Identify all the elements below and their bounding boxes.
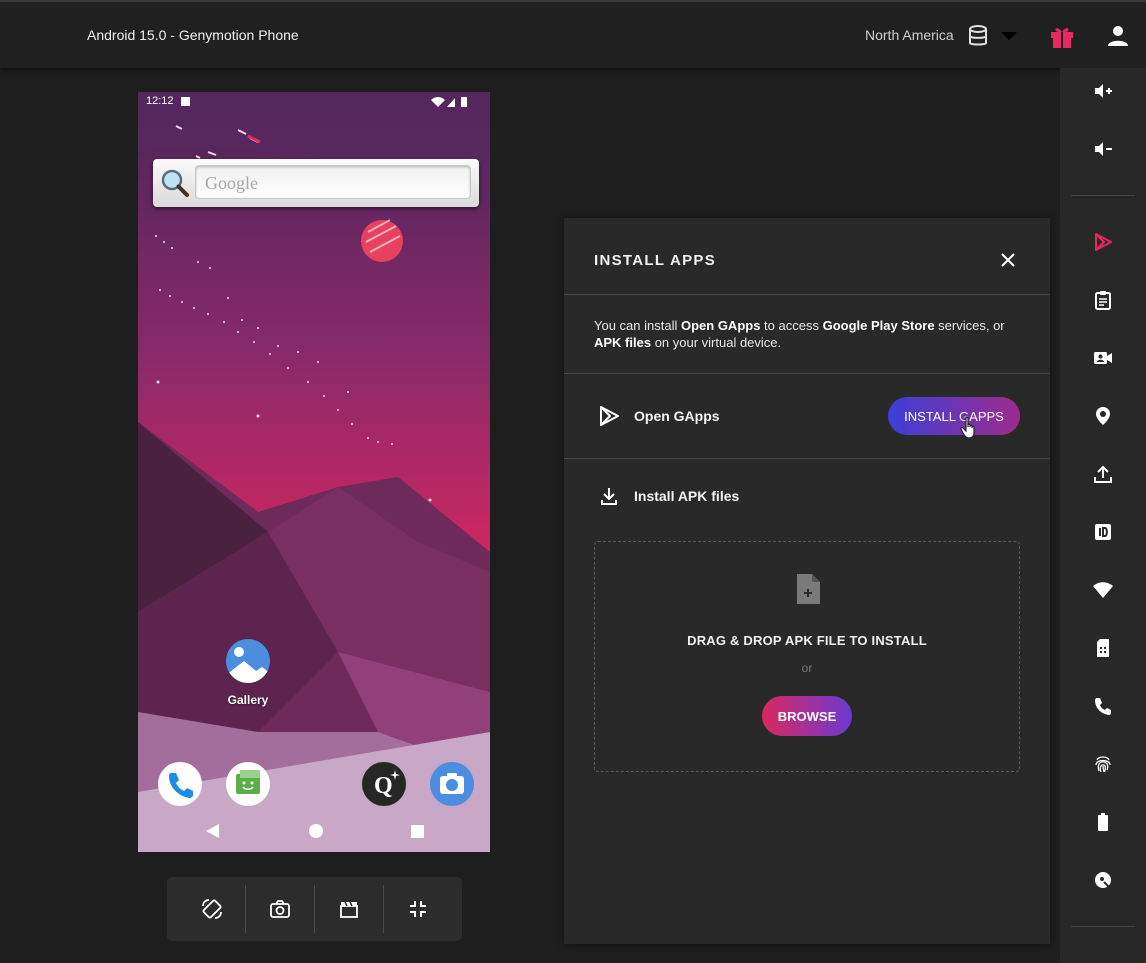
open-gapps-icon bbox=[600, 406, 619, 426]
install-apk-label: Install APK files bbox=[634, 488, 740, 504]
panel-title: INSTALL APPS bbox=[594, 252, 716, 269]
gift-icon[interactable] bbox=[1049, 24, 1075, 50]
rotate-icon bbox=[202, 899, 222, 919]
right-toolbar bbox=[1060, 68, 1146, 963]
panel-description: You can install Open GApps to access Goo… bbox=[594, 318, 1005, 350]
panel-divider bbox=[564, 373, 1050, 374]
volume-down-icon[interactable] bbox=[1092, 138, 1114, 160]
svg-text:Q: Q bbox=[374, 773, 393, 799]
dropzone-or: or bbox=[801, 661, 813, 675]
disk-icon[interactable] bbox=[1092, 869, 1114, 891]
database-icon[interactable] bbox=[968, 25, 988, 47]
clapperboard-icon bbox=[340, 901, 358, 918]
wifi-icon[interactable] bbox=[1092, 579, 1114, 601]
dock-messaging-app[interactable] bbox=[218, 762, 278, 806]
top-bar: Android 15.0 - Genymotion Phone North Am… bbox=[0, 0, 1146, 68]
gallery-icon bbox=[226, 639, 270, 683]
nav-home-icon bbox=[309, 824, 323, 838]
camera-app-icon bbox=[430, 762, 474, 806]
add-file-icon bbox=[797, 574, 820, 604]
browse-button[interactable]: BROWSE bbox=[762, 696, 852, 736]
status-bar: 12:12 bbox=[138, 92, 490, 112]
download-icon bbox=[601, 488, 617, 505]
install-apps-panel: INSTALL APPS You can install Open GApps … bbox=[564, 218, 1050, 944]
clipboard-icon[interactable] bbox=[1092, 289, 1114, 311]
magnifier-icon bbox=[161, 169, 189, 197]
messaging-app-icon bbox=[226, 762, 270, 806]
fullscreen-button[interactable] bbox=[384, 877, 452, 941]
phone-call-icon[interactable] bbox=[1092, 695, 1114, 717]
notification-icon bbox=[181, 97, 190, 106]
android-nav-bar bbox=[206, 824, 424, 838]
nav-recents-icon bbox=[411, 825, 424, 838]
fingerprint-icon[interactable] bbox=[1092, 753, 1114, 775]
device-title: Android 15.0 - Genymotion Phone bbox=[87, 27, 299, 43]
sim-card-icon[interactable] bbox=[1092, 637, 1114, 659]
app-label: Gallery bbox=[227, 693, 269, 707]
dock-search-app[interactable]: Q bbox=[354, 762, 414, 806]
phone-app-icon bbox=[158, 762, 202, 806]
screenshot-button[interactable] bbox=[246, 877, 314, 941]
device-controls bbox=[167, 877, 462, 941]
region-label[interactable]: North America bbox=[865, 27, 954, 43]
fullscreen-exit-icon bbox=[410, 901, 426, 917]
chevron-down-icon[interactable] bbox=[1001, 32, 1017, 40]
apk-dropzone[interactable]: DRAG & DROP APK FILE TO INSTALL or BROWS… bbox=[594, 541, 1020, 772]
battery-icon[interactable] bbox=[1092, 811, 1114, 833]
install-gapps-button[interactable]: INSTALL GAPPS bbox=[888, 397, 1020, 435]
google-search-widget[interactable]: Google bbox=[153, 159, 479, 207]
status-clock: 12:12 bbox=[146, 95, 174, 107]
screenshot-camera-icon bbox=[270, 900, 290, 918]
panel-divider bbox=[564, 458, 1050, 459]
nav-back-icon bbox=[206, 824, 219, 838]
rotate-button[interactable] bbox=[178, 877, 246, 941]
upload-icon[interactable] bbox=[1092, 463, 1114, 485]
qsb-app-icon: Q bbox=[362, 762, 406, 806]
account-icon[interactable] bbox=[1106, 24, 1130, 48]
volume-up-icon[interactable] bbox=[1092, 80, 1114, 102]
screencast-button[interactable] bbox=[315, 877, 383, 941]
dock-phone-app[interactable] bbox=[150, 762, 210, 806]
open-gapps-label: Open GApps bbox=[634, 408, 720, 424]
dock-camera-app[interactable] bbox=[422, 762, 482, 806]
search-input[interactable]: Google bbox=[195, 165, 471, 199]
device-id-icon[interactable] bbox=[1092, 521, 1114, 543]
panel-divider bbox=[564, 294, 1050, 295]
hand-cursor-icon bbox=[960, 416, 975, 439]
dropzone-title: DRAG & DROP APK FILE TO INSTALL bbox=[687, 633, 927, 648]
camera-icon[interactable] bbox=[1092, 347, 1114, 369]
signal-battery-icons bbox=[431, 97, 467, 107]
app-gallery[interactable]: Gallery bbox=[218, 639, 278, 707]
close-icon[interactable] bbox=[1000, 252, 1016, 268]
gps-location-icon[interactable] bbox=[1092, 405, 1114, 427]
android-screen[interactable]: 12:12 Google Gallery Q bbox=[138, 92, 490, 852]
open-gapps-icon[interactable] bbox=[1092, 231, 1114, 253]
toolbar-divider bbox=[1071, 195, 1135, 196]
toolbar-divider bbox=[1071, 926, 1135, 927]
search-placeholder: Google bbox=[205, 173, 258, 193]
